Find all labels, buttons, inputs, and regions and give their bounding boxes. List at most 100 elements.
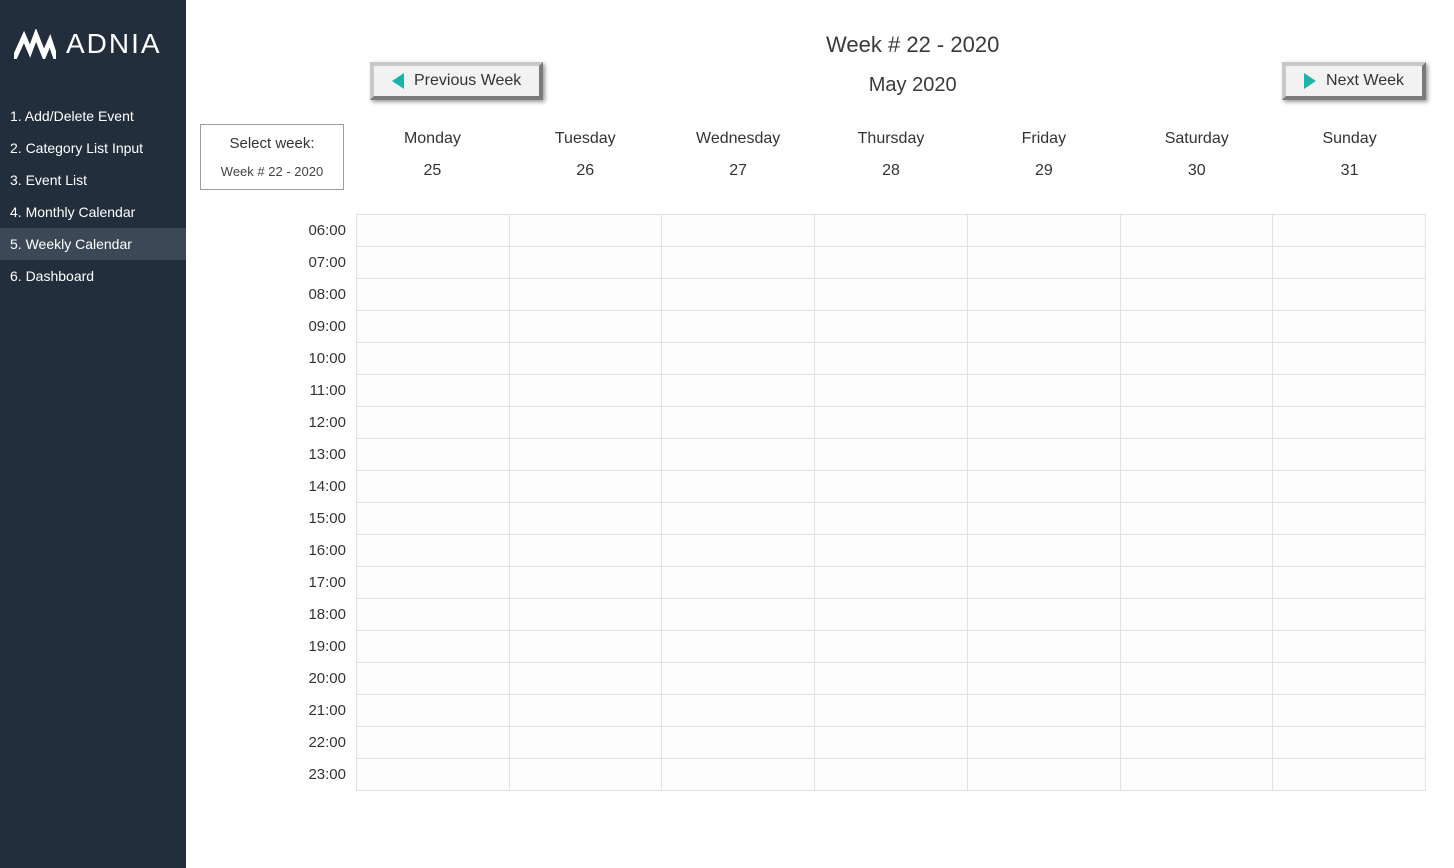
calendar-cell[interactable]: [357, 599, 510, 631]
calendar-cell[interactable]: [662, 759, 815, 791]
calendar-cell[interactable]: [1121, 503, 1274, 535]
calendar-cell[interactable]: [1121, 247, 1274, 279]
calendar-cell[interactable]: [357, 247, 510, 279]
calendar-cell[interactable]: [1121, 727, 1274, 759]
calendar-cell[interactable]: [662, 279, 815, 311]
calendar-cell[interactable]: [815, 439, 968, 471]
calendar-cell[interactable]: [968, 375, 1121, 407]
calendar-cell[interactable]: [510, 439, 663, 471]
calendar-cell[interactable]: [815, 631, 968, 663]
calendar-cell[interactable]: [1273, 695, 1426, 727]
calendar-cell[interactable]: [1273, 759, 1426, 791]
calendar-cell[interactable]: [510, 727, 663, 759]
calendar-cell[interactable]: [662, 727, 815, 759]
calendar-cell[interactable]: [1273, 663, 1426, 695]
calendar-cell[interactable]: [1121, 343, 1274, 375]
calendar-cell[interactable]: [662, 375, 815, 407]
calendar-cell[interactable]: [357, 375, 510, 407]
calendar-cell[interactable]: [510, 535, 663, 567]
calendar-cell[interactable]: [815, 471, 968, 503]
calendar-cell[interactable]: [1121, 567, 1274, 599]
calendar-cell[interactable]: [1273, 279, 1426, 311]
calendar-cell[interactable]: [1273, 599, 1426, 631]
calendar-cell[interactable]: [1121, 311, 1274, 343]
calendar-cell[interactable]: [1273, 503, 1426, 535]
sidebar-item-event-list[interactable]: 3. Event List: [0, 164, 186, 196]
calendar-cell[interactable]: [968, 503, 1121, 535]
calendar-cell[interactable]: [357, 439, 510, 471]
calendar-cell[interactable]: [662, 407, 815, 439]
calendar-cell[interactable]: [1273, 247, 1426, 279]
calendar-cell[interactable]: [815, 375, 968, 407]
calendar-cell[interactable]: [968, 759, 1121, 791]
calendar-cell[interactable]: [357, 567, 510, 599]
calendar-cell[interactable]: [1273, 471, 1426, 503]
calendar-cell[interactable]: [968, 215, 1121, 247]
calendar-cell[interactable]: [968, 311, 1121, 343]
calendar-cell[interactable]: [815, 695, 968, 727]
calendar-cell[interactable]: [357, 535, 510, 567]
calendar-cell[interactable]: [357, 663, 510, 695]
calendar-cell[interactable]: [510, 247, 663, 279]
calendar-cell[interactable]: [510, 471, 663, 503]
calendar-cell[interactable]: [510, 407, 663, 439]
calendar-cell[interactable]: [662, 599, 815, 631]
next-week-button[interactable]: Next Week: [1282, 62, 1426, 100]
calendar-cell[interactable]: [815, 759, 968, 791]
calendar-cell[interactable]: [662, 343, 815, 375]
calendar-cell[interactable]: [815, 599, 968, 631]
calendar-cell[interactable]: [815, 663, 968, 695]
calendar-cell[interactable]: [1121, 279, 1274, 311]
calendar-cell[interactable]: [968, 535, 1121, 567]
calendar-cell[interactable]: [968, 247, 1121, 279]
calendar-cell[interactable]: [510, 375, 663, 407]
calendar-cell[interactable]: [510, 663, 663, 695]
calendar-cell[interactable]: [662, 695, 815, 727]
calendar-cell[interactable]: [1121, 215, 1274, 247]
calendar-cell[interactable]: [510, 311, 663, 343]
calendar-cell[interactable]: [968, 599, 1121, 631]
calendar-cell[interactable]: [510, 279, 663, 311]
calendar-cell[interactable]: [510, 503, 663, 535]
calendar-cell[interactable]: [968, 695, 1121, 727]
sidebar-item-monthly-calendar[interactable]: 4. Monthly Calendar: [0, 196, 186, 228]
sidebar-item-add-delete-event[interactable]: 1. Add/Delete Event: [0, 100, 186, 132]
calendar-cell[interactable]: [1121, 407, 1274, 439]
calendar-cell[interactable]: [968, 407, 1121, 439]
calendar-cell[interactable]: [662, 439, 815, 471]
calendar-cell[interactable]: [1121, 631, 1274, 663]
calendar-cell[interactable]: [510, 695, 663, 727]
calendar-cell[interactable]: [968, 439, 1121, 471]
calendar-cell[interactable]: [357, 471, 510, 503]
calendar-cell[interactable]: [1273, 215, 1426, 247]
calendar-cell[interactable]: [357, 215, 510, 247]
calendar-cell[interactable]: [815, 311, 968, 343]
calendar-cell[interactable]: [815, 279, 968, 311]
calendar-cell[interactable]: [815, 247, 968, 279]
calendar-cell[interactable]: [510, 631, 663, 663]
calendar-cell[interactable]: [1121, 439, 1274, 471]
calendar-cell[interactable]: [662, 471, 815, 503]
calendar-cell[interactable]: [357, 727, 510, 759]
calendar-cell[interactable]: [510, 343, 663, 375]
calendar-cell[interactable]: [510, 759, 663, 791]
calendar-cell[interactable]: [815, 727, 968, 759]
calendar-cell[interactable]: [357, 407, 510, 439]
calendar-cell[interactable]: [1273, 439, 1426, 471]
calendar-cell[interactable]: [968, 663, 1121, 695]
calendar-cell[interactable]: [510, 567, 663, 599]
calendar-cell[interactable]: [968, 567, 1121, 599]
calendar-cell[interactable]: [1121, 663, 1274, 695]
calendar-cell[interactable]: [357, 631, 510, 663]
calendar-cell[interactable]: [1121, 375, 1274, 407]
calendar-cell[interactable]: [1273, 567, 1426, 599]
calendar-cell[interactable]: [1121, 471, 1274, 503]
calendar-cell[interactable]: [1273, 375, 1426, 407]
calendar-cell[interactable]: [1121, 759, 1274, 791]
calendar-cell[interactable]: [357, 279, 510, 311]
calendar-cell[interactable]: [1121, 599, 1274, 631]
calendar-cell[interactable]: [815, 215, 968, 247]
calendar-cell[interactable]: [357, 503, 510, 535]
calendar-cell[interactable]: [510, 599, 663, 631]
calendar-cell[interactable]: [968, 631, 1121, 663]
